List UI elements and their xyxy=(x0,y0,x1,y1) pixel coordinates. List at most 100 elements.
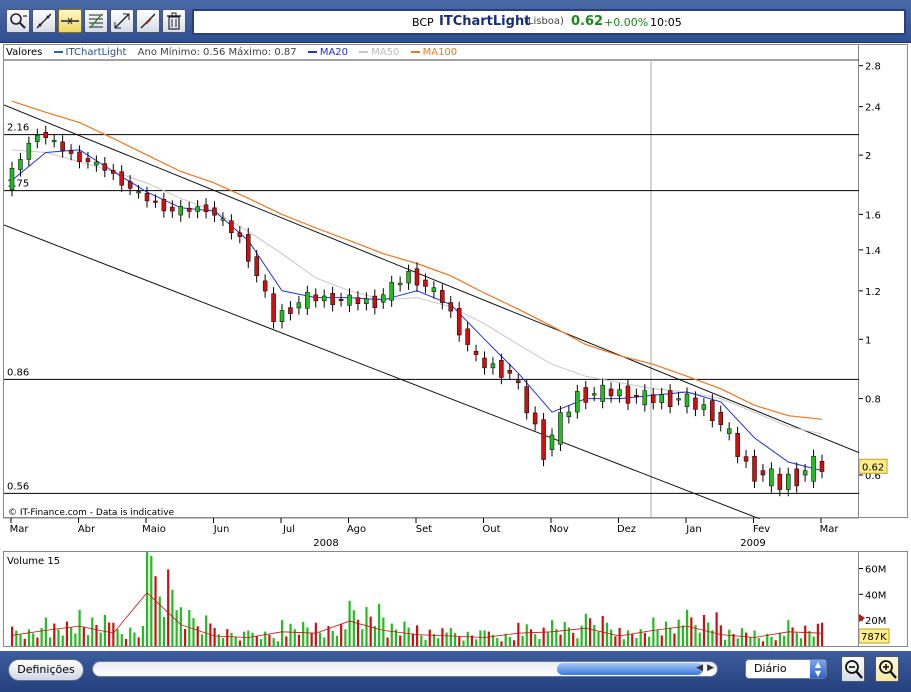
candle xyxy=(532,406,538,431)
candle-body xyxy=(262,280,268,292)
volume-bar xyxy=(36,637,39,646)
candle-body xyxy=(524,386,529,414)
candle xyxy=(102,157,108,178)
volume-bar xyxy=(378,603,381,646)
x-tick-label: Nov xyxy=(549,524,569,535)
candle xyxy=(237,226,243,244)
volume-bar xyxy=(285,636,288,646)
candle xyxy=(111,163,116,181)
settings-button[interactable]: Definições xyxy=(8,659,84,681)
candle-body xyxy=(423,279,428,287)
volume-bar xyxy=(112,622,115,646)
period-select[interactable]: Diário ▲ ▼ xyxy=(745,659,827,679)
candle xyxy=(389,275,394,307)
volume-bar xyxy=(365,607,368,646)
candle xyxy=(397,276,403,292)
period-value: Diário xyxy=(754,662,787,675)
fibonacci-tool-icon[interactable] xyxy=(84,9,108,33)
candle-body xyxy=(161,198,167,212)
y-tick-label: 1 xyxy=(865,335,871,346)
candle-body xyxy=(659,394,664,403)
volume-bar xyxy=(238,640,242,646)
candle-body xyxy=(591,393,597,396)
volume-bar xyxy=(48,637,52,646)
volume-bar xyxy=(234,636,237,646)
candle xyxy=(524,379,529,420)
volume-bar xyxy=(761,641,765,646)
candle-body xyxy=(246,234,251,262)
volume-bar xyxy=(108,622,111,646)
trash-icon[interactable] xyxy=(162,9,186,33)
legend-series: ITChartLight xyxy=(65,47,127,58)
volume-bar xyxy=(736,638,739,646)
candle-body xyxy=(634,395,639,398)
price-chart[interactable]: 2.161.750.860.56© IT-Finance.com - Data … xyxy=(4,45,860,519)
candle-body xyxy=(777,473,783,490)
scroll-left-icon[interactable]: ◀ xyxy=(696,663,703,673)
candle xyxy=(262,274,268,298)
candle xyxy=(516,374,521,390)
candle-body xyxy=(389,282,394,301)
candle xyxy=(490,357,496,375)
candle xyxy=(43,125,48,145)
volume-bar xyxy=(437,638,440,646)
scroll-right-icon[interactable]: ▶ xyxy=(707,663,714,673)
ma50-line xyxy=(11,149,823,435)
trendline-tool-icon[interactable] xyxy=(32,9,56,33)
volume-bar xyxy=(749,636,752,646)
volume-panel[interactable]: Volume 15 xyxy=(3,549,860,648)
x-tick-label: Jan xyxy=(685,524,701,535)
volume-bar xyxy=(420,635,423,646)
horizontal-line-tool-icon[interactable] xyxy=(58,9,82,33)
volume-bar xyxy=(783,635,786,646)
volume-bar xyxy=(529,629,533,646)
volume-bar xyxy=(551,620,554,646)
candle-body xyxy=(94,161,99,166)
volume-bar xyxy=(534,634,537,646)
zoom-out-button[interactable] xyxy=(841,656,865,682)
volume-bar xyxy=(546,632,549,646)
volume-bar xyxy=(728,629,731,646)
candle xyxy=(786,467,791,497)
volume-bar xyxy=(179,607,182,646)
x-tick-label: Ago xyxy=(347,524,366,535)
candle-body xyxy=(532,412,538,425)
candle xyxy=(558,405,563,452)
zoom-tool-icon[interactable] xyxy=(6,9,30,33)
volume-bar xyxy=(70,627,73,646)
zoom-in-button[interactable] xyxy=(875,656,899,682)
volume-bar xyxy=(521,635,524,646)
volume-bar xyxy=(247,630,250,646)
channel-tool-icon[interactable] xyxy=(110,9,134,33)
candle-body xyxy=(608,388,614,397)
volume-bar xyxy=(631,634,634,646)
parallel-line-tool-icon[interactable] xyxy=(136,9,160,33)
volume-bar xyxy=(610,629,613,646)
candle-body xyxy=(18,159,23,171)
volume-bar xyxy=(331,630,334,646)
volume-bar xyxy=(340,624,343,646)
volume-bar xyxy=(513,640,516,646)
candle-body xyxy=(153,200,158,203)
time-scrollbar[interactable]: ◀ ▶ xyxy=(92,661,718,677)
candle-body xyxy=(68,150,74,154)
candle-body xyxy=(465,328,470,345)
volume-bar xyxy=(626,630,630,646)
volume-bar xyxy=(95,625,98,646)
ma100-line xyxy=(11,100,823,420)
candle xyxy=(26,136,32,167)
candle xyxy=(229,214,234,240)
volume-bar xyxy=(483,630,486,646)
candle xyxy=(608,382,614,403)
candle xyxy=(575,384,580,419)
volume-bar xyxy=(251,632,254,646)
candle-body xyxy=(195,206,200,212)
volume-bar xyxy=(23,638,26,646)
scrollbar-thumb[interactable] xyxy=(557,663,703,675)
candle-body xyxy=(26,142,32,160)
candle xyxy=(279,303,285,329)
price-chart-panel[interactable]: 2.16 1.75 0.86 0.56 © IT-Finance.com - Data … xyxy=(3,44,860,519)
volume-chart[interactable]: Volume 15 xyxy=(4,549,860,648)
candle-body xyxy=(111,170,116,174)
volume-bar xyxy=(44,617,47,646)
